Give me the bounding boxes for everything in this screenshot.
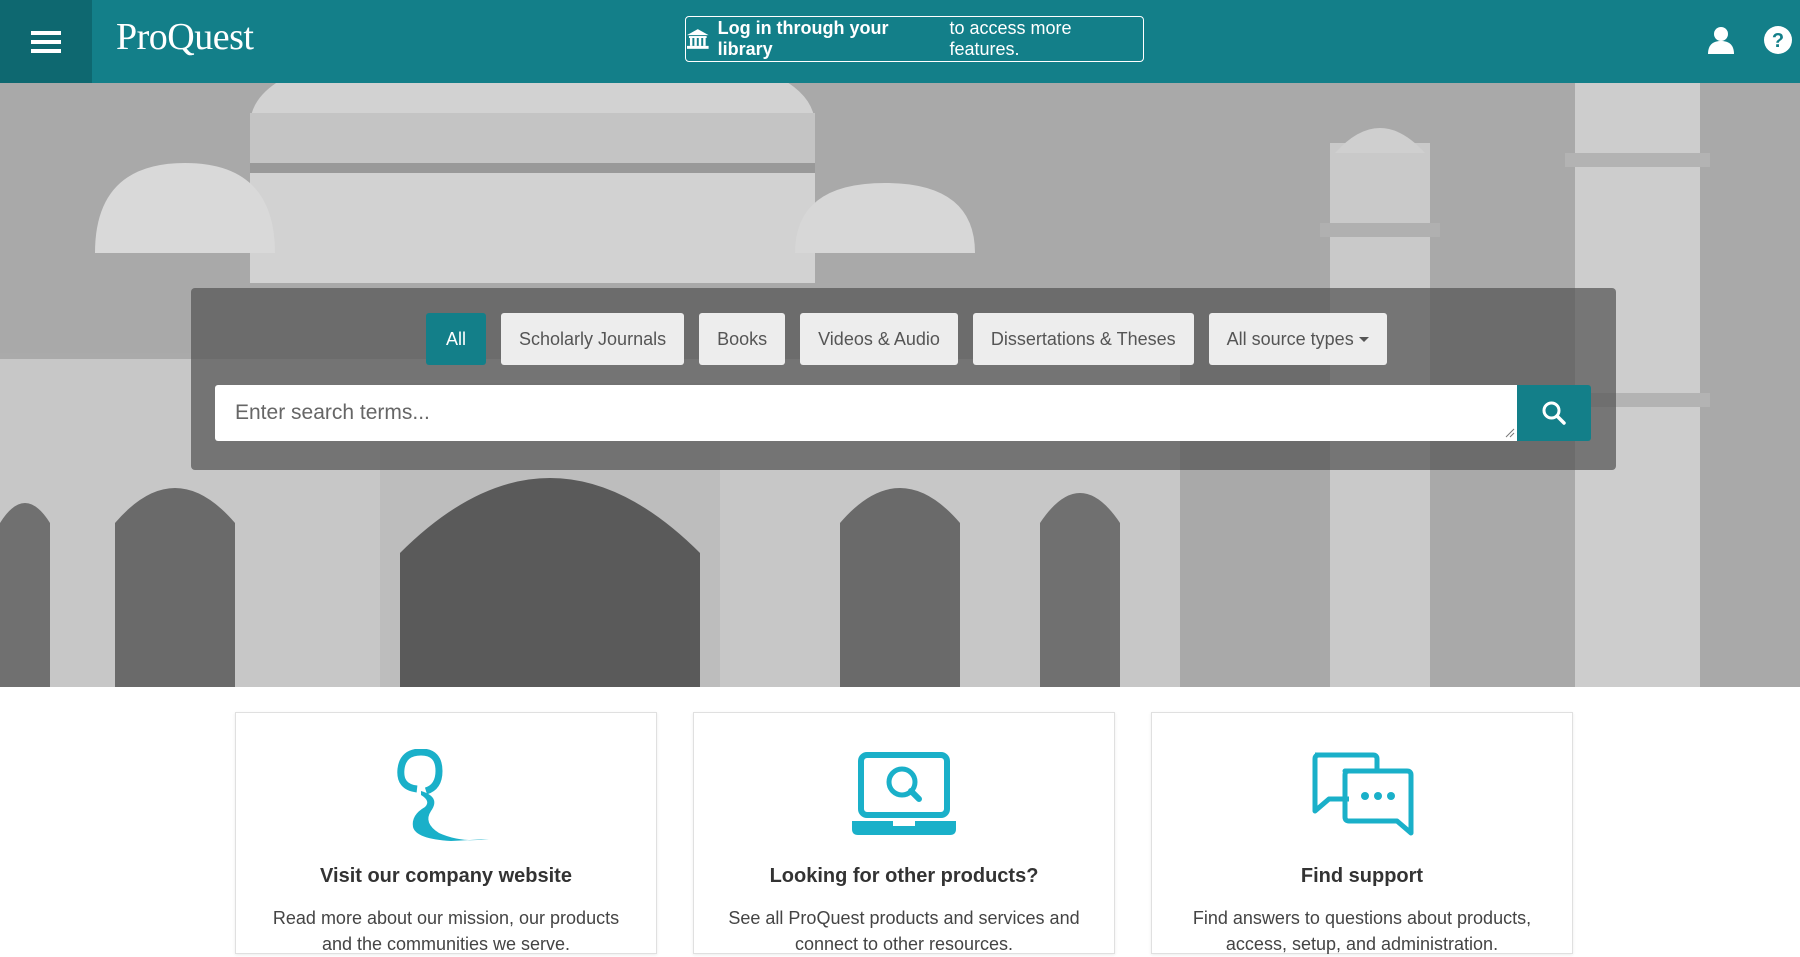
card-description: Read more about our mission, our product…	[272, 908, 620, 954]
card-find-support[interactable]: Find support Find answers to questions a…	[1151, 712, 1573, 954]
tab-books[interactable]: Books	[699, 313, 786, 365]
login-rest-text: to access more features.	[949, 18, 1072, 59]
source-types-label: All source types	[1226, 328, 1354, 349]
user-icon[interactable]	[1706, 25, 1736, 55]
library-login-button[interactable]: Log in through your library to access mo…	[685, 16, 1144, 62]
chat-bubbles-icon	[1312, 752, 1414, 836]
card-company-website[interactable]: Visit our company website Read more abou…	[235, 712, 657, 954]
card-description: See all ProQuest products and services a…	[728, 908, 1080, 954]
card-description: Find answers to questions about products…	[1192, 908, 1532, 954]
svg-text:?: ?	[1772, 30, 1784, 52]
help-icon[interactable]: ?	[1763, 25, 1793, 55]
search-placeholder: Enter search terms...	[235, 401, 430, 424]
library-icon	[686, 29, 709, 49]
card-title: Find support	[1300, 865, 1424, 887]
proquest-logo[interactable]: ProQuest	[116, 15, 254, 59]
tab-all[interactable]: All	[426, 313, 487, 365]
tab-scholarly-journals[interactable]: Scholarly Journals	[501, 313, 685, 365]
tab-videos-audio[interactable]: Videos & Audio	[800, 313, 958, 365]
search-panel: All Scholarly Journals Books Videos & Au…	[191, 288, 1616, 470]
search-button[interactable]	[1517, 385, 1591, 441]
resize-grip-icon[interactable]	[1505, 428, 1515, 438]
card-title: Visit our company website	[320, 865, 572, 887]
menu-button[interactable]	[0, 0, 92, 83]
laptop-search-icon	[852, 752, 956, 835]
top-bar: ProQuest Log in through your library to …	[0, 0, 1800, 83]
caret-down-icon	[1358, 336, 1369, 342]
source-tabs: All Scholarly Journals Books Videos & Au…	[426, 313, 1402, 365]
source-types-dropdown[interactable]: All source types	[1208, 313, 1387, 365]
search-icon	[1542, 401, 1566, 425]
card-title: Looking for other products?	[769, 865, 1039, 887]
proquest-q-icon	[397, 749, 489, 841]
tab-dissertations-theses[interactable]: Dissertations & Theses	[972, 313, 1194, 365]
menu-icon	[31, 30, 61, 53]
card-other-products[interactable]: Looking for other products? See all ProQ…	[693, 712, 1115, 954]
login-bold-text: Log in through your library	[717, 18, 889, 59]
hero-banner: All Scholarly Journals Books Videos & Au…	[0, 83, 1800, 687]
search-input[interactable]: Enter search terms...	[215, 385, 1518, 441]
